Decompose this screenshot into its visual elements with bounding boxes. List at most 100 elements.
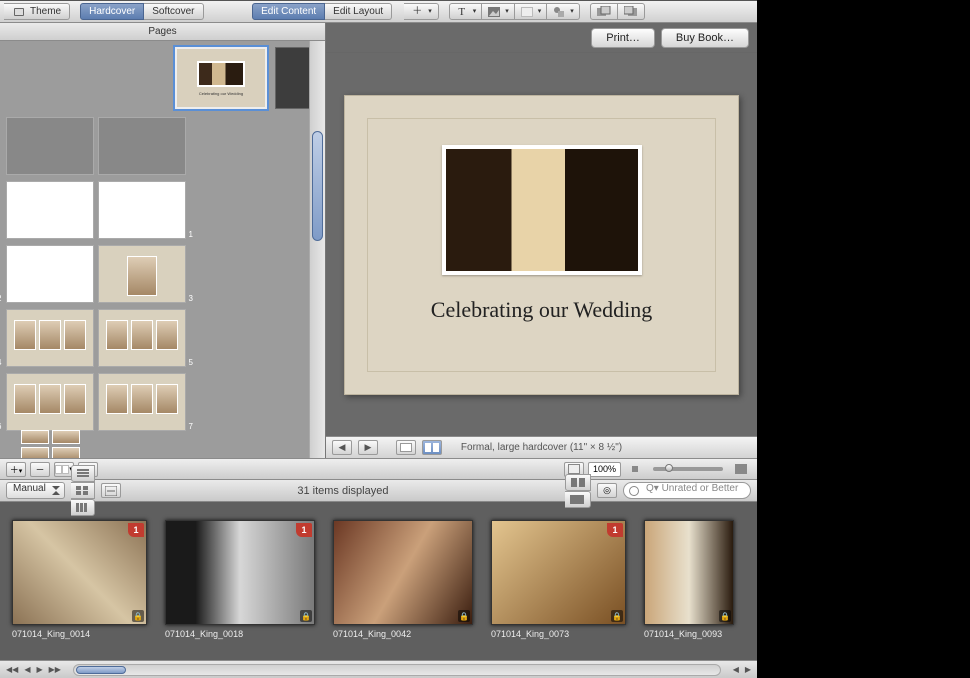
page-thumb[interactable]: 3 [98,245,186,303]
item-thumbnail[interactable]: 1🔒 [491,520,626,625]
photo-tool-button[interactable]: ▾ [482,3,515,20]
toggle-panel-button[interactable] [101,483,121,498]
page-number: 7 [189,422,193,431]
print-button[interactable]: Print… [591,28,655,48]
elements-icon [552,5,566,19]
page-style-button[interactable]: ▾ [515,3,548,20]
prev-page-button[interactable]: ◀ [332,440,352,455]
grid-view-button[interactable] [71,482,95,499]
arrow-left-icon: ◀ [339,442,346,453]
softcover-button[interactable]: Softcover [144,3,203,20]
paste-layout-icon [624,5,638,19]
item-caption: 071014_King_0018 [165,629,315,639]
page-thumb[interactable]: 7 [98,373,186,431]
browser-item[interactable]: 1🔒 071014_King_0073 [491,520,626,642]
single-page-view-button[interactable] [396,440,416,455]
page-number: 3 [189,294,193,303]
scroll-first-button[interactable]: ◀◀ [6,665,18,674]
browser-item[interactable]: 🔒 071014_King_0093 [644,520,734,642]
pages-scroll-thumb[interactable] [312,131,323,241]
edit-content-button[interactable]: Edit Content [252,3,325,20]
front-cover-thumb[interactable]: Celebrating our Wedding [175,47,267,109]
add-menu[interactable]: ＋▾ [404,3,439,20]
page-number: 1 [189,230,193,239]
loupe-button[interactable]: ◎ [597,483,617,498]
item-count-label: 31 items displayed [127,485,559,497]
text-icon: T [455,5,469,19]
usage-badge: 1 [296,523,312,537]
page-thumb[interactable] [6,181,94,239]
book-title-text[interactable]: Celebrating our Wedding [431,297,652,323]
item-thumbnail[interactable]: 1🔒 [165,520,315,625]
minus-icon: － [35,463,44,476]
page-thumb[interactable] [98,117,186,175]
usage-badge: 1 [128,523,144,537]
scroll-left2-button[interactable]: ◀ [733,665,739,674]
theme-label: Theme [30,4,61,20]
page-thumb[interactable]: 4 [6,309,94,367]
lock-icon: 🔒 [300,610,312,622]
book-page-canvas[interactable]: Celebrating our Wedding [344,95,739,395]
zoom-knob[interactable] [665,464,673,472]
theme-button[interactable]: Theme [4,3,70,20]
item-thumbnail[interactable]: 1🔒 [12,520,147,625]
arrow-right-icon: ▶ [365,442,372,453]
search-placeholder: Unrated or Better [662,483,739,494]
horizontal-scroll-thumb[interactable] [76,666,126,674]
page-thumb[interactable]: 6 [6,373,94,431]
photo-icon [487,5,501,19]
filmstrip-button[interactable] [565,474,591,491]
browser-item[interactable]: 1🔒071014_King_0018 [165,520,315,642]
next-page-button[interactable]: ▶ [358,440,378,455]
page-thumb[interactable]: 5 [98,309,186,367]
spread-view-button[interactable] [422,440,442,455]
theme-icon [12,5,26,19]
page-number: 2 [0,294,1,303]
item-caption: 071014_King_0073 [491,629,626,639]
item-caption: 071014_King_0014 [12,629,147,639]
cover-mini-photo [197,61,245,87]
lock-icon: 🔒 [458,610,470,622]
pages-scrollbar[interactable] [309,41,325,458]
zoom-value[interactable]: 100% [588,462,621,477]
page-number: 6 [0,422,1,431]
item-thumbnail[interactable]: 🔒 [333,520,473,625]
chevron-down-icon: ▾ [428,4,432,20]
edit-layout-button[interactable]: Edit Layout [325,3,392,20]
browser-item[interactable]: 🔒071014_King_0042 [333,520,473,642]
loupe-icon: ◎ [603,485,611,496]
filter-search[interactable]: Q▾ Unrated or Better [623,482,751,499]
lock-icon: 🔒 [611,610,623,622]
page-icon [520,5,534,19]
buy-book-button[interactable]: Buy Book… [661,28,749,48]
add-page-button[interactable]: ＋▾ [6,462,26,477]
text-tool-button[interactable]: T▾ [449,3,483,20]
list-view-button[interactable] [71,465,95,482]
zoom-in-icon [731,462,751,477]
plus-icon: ＋▾ [10,463,23,476]
hardcover-button[interactable]: Hardcover [80,3,144,20]
page-thumb[interactable]: 1 [98,181,186,239]
paste-layout-button[interactable] [618,3,645,20]
zoom-slider[interactable] [653,467,723,471]
page-thumb[interactable] [6,117,94,175]
copy-layout-button[interactable] [590,3,618,20]
pages-panel-title: Pages [0,23,325,41]
item-caption: 071014_King_0093 [644,629,734,639]
page-thumb[interactable]: 2 [6,245,94,303]
elements-button[interactable]: ▾ [547,3,580,20]
page-number: 4 [0,358,1,367]
scroll-last-button[interactable]: ▶▶ [49,665,61,674]
horizontal-scrollbar[interactable] [73,664,721,676]
browser-item[interactable]: 1🔒 071014_King_0014 [12,520,147,642]
cover-photo[interactable] [442,145,642,275]
book-format-status: Formal, large hardcover (11" × 8 ½") [448,442,635,453]
remove-page-button[interactable]: － [30,462,50,477]
item-thumbnail[interactable]: 🔒 [644,520,734,625]
sort-select[interactable]: Manual [6,482,65,499]
scroll-right2-button[interactable]: ▶ [745,665,751,674]
lock-icon: 🔒 [719,610,731,622]
copy-layout-icon [597,5,611,19]
scroll-left-button[interactable]: ◀ [24,665,30,674]
scroll-right-button[interactable]: ▶ [36,665,42,674]
